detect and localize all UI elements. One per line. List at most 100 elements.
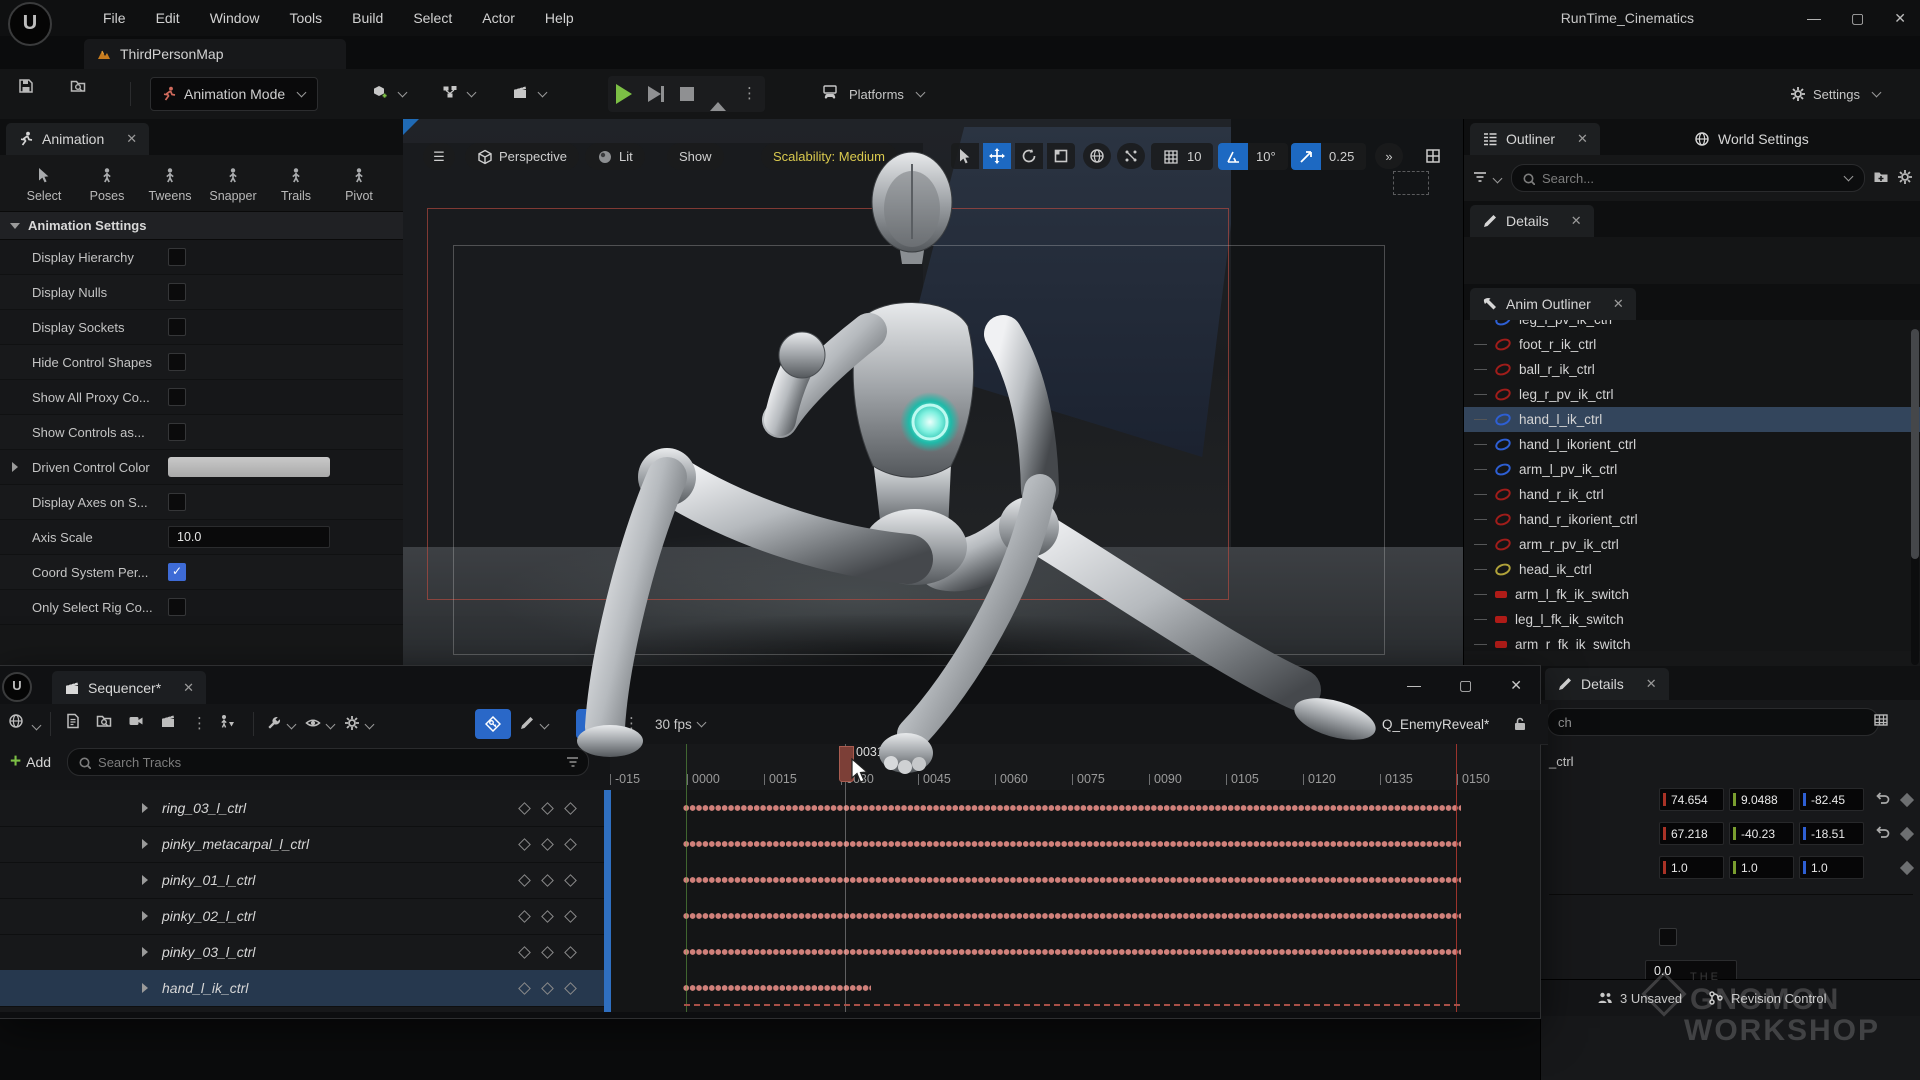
key-diamond-icon[interactable] — [518, 874, 531, 887]
viewport-layout-icon[interactable] — [1419, 143, 1447, 169]
lit-dropdown[interactable]: Lit — [585, 143, 645, 170]
tool-poses[interactable]: Poses — [77, 167, 137, 203]
minimize-icon[interactable]: — — [1807, 0, 1821, 36]
timeline-ruler[interactable]: -015000000150030004500600075009001050120… — [610, 744, 1540, 791]
cinematics-dropdown[interactable] — [512, 77, 548, 111]
anim-outliner-item[interactable]: head_ik_ctrl — [1464, 557, 1920, 582]
key-diamond-icon[interactable] — [541, 838, 554, 851]
tab-outliner[interactable]: Outliner✕ — [1470, 123, 1600, 155]
track-row[interactable]: pinky_02_l_ctrl — [0, 898, 610, 935]
menu-item-file[interactable]: File — [88, 0, 141, 36]
keyframe-dots[interactable] — [683, 875, 1461, 885]
snap-button[interactable] — [576, 709, 612, 739]
camera-icon[interactable] — [128, 713, 148, 736]
perspective-dropdown[interactable]: Perspective — [465, 143, 579, 170]
viewport-menu-button[interactable]: ☰ — [423, 143, 455, 170]
close-icon[interactable]: ✕ — [126, 131, 137, 147]
checkbox-display-nulls[interactable] — [168, 283, 186, 301]
create-sequence-icon[interactable] — [65, 713, 84, 735]
stop-button[interactable] — [680, 87, 694, 101]
tab-sequencer[interactable]: Sequencer*✕ — [52, 671, 206, 704]
transform-field[interactable]: -82.45 — [1799, 788, 1864, 811]
more-options-icon[interactable]: ⋮ — [192, 719, 207, 729]
viewport[interactable]: ☰ Perspective Lit Show Scalability: Medi… — [403, 119, 1463, 666]
keyframe-dots[interactable] — [683, 911, 1461, 921]
checkbox-display-hierarchy[interactable] — [168, 248, 186, 266]
eject-button[interactable] — [710, 87, 726, 102]
anim-outliner-item[interactable]: arm_r_fk_ik_switch — [1464, 632, 1920, 651]
input-axis-scale[interactable]: 10.0 — [168, 526, 330, 548]
details-checkbox[interactable] — [1659, 928, 1677, 946]
view-options-dropdown[interactable] — [305, 715, 336, 734]
unsaved-button[interactable]: 3 Unsaved — [1597, 990, 1682, 1006]
transform-field[interactable]: 9.0488 — [1729, 788, 1794, 811]
blueprints-dropdown[interactable] — [442, 77, 477, 111]
animation-settings-header[interactable]: Animation Settings — [0, 211, 403, 240]
key-diamond-icon[interactable] — [518, 838, 531, 851]
expand-arrow-icon[interactable] — [142, 839, 148, 849]
outliner-settings-icon[interactable] — [1897, 169, 1913, 188]
tab-anim-outliner[interactable]: Anim Outliner✕ — [1470, 288, 1636, 320]
tab-world-settings[interactable]: World Settings — [1682, 123, 1821, 155]
tab-animation[interactable]: Animation ✕ — [6, 123, 149, 155]
close-icon[interactable]: ✕ — [1646, 676, 1657, 692]
tool-tweens[interactable]: Tweens — [140, 167, 200, 203]
animation-mode-dropdown[interactable]: Animation Mode — [150, 77, 318, 111]
menu-item-select[interactable]: Select — [398, 0, 467, 36]
keyframe-dots[interactable] — [683, 839, 1461, 849]
rotation-snap-button[interactable]: 10° — [1218, 143, 1288, 170]
tab-details-lower[interactable]: Details✕ — [1545, 668, 1669, 700]
settings-dropdown[interactable]: Settings — [1790, 77, 1882, 111]
edit-mode-dropdown[interactable] — [519, 715, 550, 734]
anim-outliner-item[interactable]: hand_r_ikorient_ctrl — [1464, 507, 1920, 532]
color-swatch[interactable] — [168, 457, 330, 477]
keyframe-dots[interactable] — [683, 803, 1461, 813]
anim-outliner-item[interactable]: arm_l_fk_ik_switch — [1464, 582, 1920, 607]
tool-pivot[interactable]: Pivot — [329, 167, 389, 203]
anim-outliner-item[interactable]: hand_l_ik_ctrl — [1464, 407, 1920, 432]
checkbox-display-sockets[interactable] — [168, 318, 186, 336]
frame-skip-button[interactable] — [648, 86, 664, 102]
browse-sequence-icon[interactable] — [96, 713, 116, 736]
key-diamond-icon[interactable] — [518, 910, 531, 923]
key-diamond-icon[interactable] — [564, 946, 577, 959]
close-icon[interactable]: ✕ — [1571, 213, 1582, 229]
content-browser-button[interactable] — [70, 78, 91, 102]
checkbox-show-controls-as[interactable] — [168, 423, 186, 441]
table-view-icon[interactable] — [1873, 712, 1889, 731]
lock-icon[interactable] — [1512, 716, 1526, 733]
scrollbar[interactable] — [1911, 329, 1919, 665]
playback-options-dropdown[interactable] — [344, 715, 375, 734]
expand-arrow-icon[interactable] — [142, 947, 148, 957]
tab-thirdpersonmap[interactable]: ThirdPersonMap — [84, 39, 346, 69]
snap-options-icon[interactable]: ⋮ — [624, 719, 639, 729]
expand-arrow-icon[interactable] — [142, 803, 148, 813]
tool-select[interactable]: Select — [14, 167, 74, 203]
play-button[interactable] — [616, 84, 632, 104]
keyframe-dots[interactable] — [683, 947, 1461, 957]
keyframe-dots[interactable] — [683, 983, 871, 993]
rotate-tool-icon[interactable] — [1015, 143, 1043, 169]
sequence-name[interactable]: Q_EnemyReveal* — [1382, 717, 1489, 732]
scale-snap-button[interactable]: 0.25 — [1291, 143, 1366, 170]
key-diamond-icon[interactable] — [541, 982, 554, 995]
keyframe-icon[interactable] — [1900, 826, 1914, 840]
checkbox-only-select-rig-co[interactable] — [168, 598, 186, 616]
close-icon[interactable]: ✕ — [1577, 131, 1588, 147]
fps-dropdown[interactable]: 30 fps — [655, 717, 707, 732]
revision-control-button[interactable]: Revision Control — [1708, 990, 1826, 1006]
menu-item-actor[interactable]: Actor — [467, 0, 530, 36]
timeline-area[interactable] — [610, 790, 1540, 1012]
track-row[interactable]: pinky_01_l_ctrl — [0, 862, 610, 899]
tab-details-upper[interactable]: Details✕ — [1470, 205, 1594, 237]
details-search-input[interactable]: ch — [1547, 708, 1879, 736]
surface-snap-icon[interactable] — [1117, 143, 1145, 169]
keyframe-icon[interactable] — [1900, 792, 1914, 806]
key-diamond-icon[interactable] — [541, 910, 554, 923]
track-row[interactable]: pinky_metacarpal_l_ctrl — [0, 826, 610, 863]
sequencer-settings-dropdown[interactable] — [266, 715, 297, 734]
transform-field[interactable]: 1.0 — [1659, 856, 1724, 879]
maximize-icon[interactable]: ▢ — [1851, 0, 1864, 36]
close-icon[interactable]: ✕ — [1613, 296, 1624, 312]
anim-outliner-item[interactable]: hand_r_ik_ctrl — [1464, 482, 1920, 507]
